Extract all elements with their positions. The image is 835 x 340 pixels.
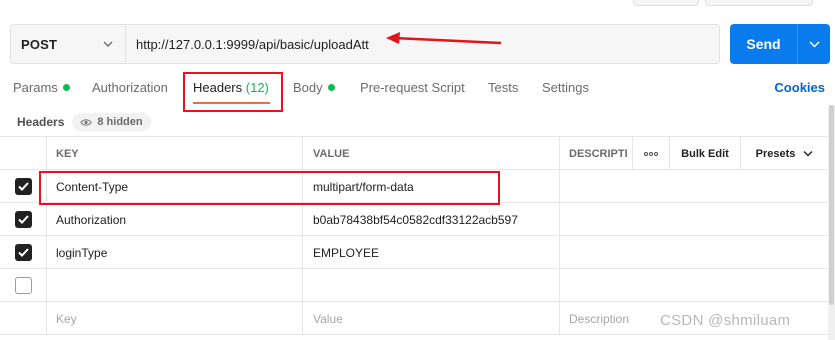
table-row xyxy=(0,269,828,302)
request-url-bar: POST http://127.0.0.1:9999/api/basic/upl… xyxy=(10,24,720,64)
row-checkbox-cell xyxy=(0,269,46,302)
cookies-link[interactable]: Cookies xyxy=(774,80,825,95)
key-cell[interactable] xyxy=(46,269,302,302)
value-cell[interactable]: EMPLOYEE xyxy=(302,236,559,269)
tab-authorization[interactable]: Authorization xyxy=(92,80,168,95)
headers-title: Headers xyxy=(17,115,65,129)
column-header-key: KEY xyxy=(46,137,302,170)
top-toolbar-strip xyxy=(0,0,835,8)
tab-label: Authorization xyxy=(92,80,168,95)
row-checkbox-cell xyxy=(0,302,46,335)
url-input[interactable]: http://127.0.0.1:9999/api/basic/uploadAt… xyxy=(126,37,369,52)
status-dot xyxy=(327,84,335,91)
method-label: POST xyxy=(21,36,58,52)
value-cell[interactable] xyxy=(302,269,559,302)
description-cell[interactable] xyxy=(559,203,828,236)
column-header-value: VALUE xyxy=(302,137,559,170)
row-checkbox-cell xyxy=(0,236,46,269)
send-label: Send xyxy=(746,36,781,52)
checkmark-icon xyxy=(17,215,29,224)
bulk-edit-button[interactable]: Bulk Edit xyxy=(669,137,740,170)
tab-label: Settings xyxy=(542,80,589,95)
annotation-box-content-type-row xyxy=(39,171,500,205)
send-options-button[interactable] xyxy=(798,40,830,48)
tab-params[interactable]: Params xyxy=(13,80,70,95)
tab-label: Params xyxy=(13,80,58,95)
column-header-description: DESCRIPTI xyxy=(559,137,632,170)
top-toolbar-button[interactable] xyxy=(633,0,699,6)
presets-label: Presets xyxy=(755,147,796,160)
hidden-count: 8 hidden xyxy=(97,116,143,128)
key-input[interactable]: Key xyxy=(46,302,302,335)
chevron-down-icon xyxy=(103,41,113,47)
annotation-box-headers-tab xyxy=(183,72,283,112)
description-cell[interactable] xyxy=(559,236,828,269)
eye-icon xyxy=(80,118,93,126)
value-cell[interactable]: b0ab78438bf54c0582cdf33122acb597 xyxy=(302,203,559,236)
checkmark-icon xyxy=(17,182,29,191)
table-row: loginType EMPLOYEE xyxy=(0,236,828,269)
request-tabs: Params Authorization Headers (12) Body P… xyxy=(0,70,835,110)
tab-label: Tests xyxy=(488,80,519,95)
row-checkbox[interactable] xyxy=(14,277,32,294)
tab-label: Pre-request Script xyxy=(360,80,465,95)
tab-label: Body xyxy=(293,80,323,95)
value-input[interactable]: Value xyxy=(302,302,559,335)
table-header-row: KEY VALUE DESCRIPTI Bulk Edit Presets xyxy=(0,137,828,170)
chevron-down-icon xyxy=(808,41,820,48)
more-options-button[interactable] xyxy=(632,137,669,170)
key-cell[interactable]: Authorization xyxy=(46,203,302,236)
tab-settings[interactable]: Settings xyxy=(542,80,589,95)
method-select[interactable]: POST xyxy=(11,25,126,63)
headers-subheader: Headers 8 hidden xyxy=(17,113,151,131)
table-row: Authorization b0ab78438bf54c0582cdf33122… xyxy=(0,203,828,236)
scrollbar-thumb[interactable] xyxy=(829,105,834,305)
tab-tests[interactable]: Tests xyxy=(488,80,518,95)
more-horizontal-icon xyxy=(644,151,658,156)
send-button[interactable]: Send xyxy=(730,24,830,64)
presets-dropdown[interactable]: Presets xyxy=(740,137,828,170)
checkmark-icon xyxy=(17,248,29,257)
vertical-scrollbar[interactable] xyxy=(828,105,835,340)
headers-table: KEY VALUE DESCRIPTI Bulk Edit Presets Co… xyxy=(0,136,828,335)
row-checkbox[interactable] xyxy=(14,244,32,261)
annotation-arrow xyxy=(386,32,502,45)
hidden-headers-toggle[interactable]: 8 hidden xyxy=(72,113,151,131)
watermark: CSDN @shmiluam xyxy=(660,312,791,329)
chevron-down-icon xyxy=(803,151,813,157)
row-checkbox-cell xyxy=(0,203,46,236)
description-cell[interactable] xyxy=(559,170,828,203)
key-cell[interactable]: loginType xyxy=(46,236,302,269)
top-toolbar-button[interactable] xyxy=(705,0,813,6)
status-dot xyxy=(62,84,70,91)
row-checkbox[interactable] xyxy=(14,211,32,228)
row-checkbox[interactable] xyxy=(14,178,32,195)
tab-pre-request-script[interactable]: Pre-request Script xyxy=(360,80,465,95)
description-cell[interactable] xyxy=(559,269,828,302)
tab-body[interactable]: Body xyxy=(293,80,335,95)
header-cell-check xyxy=(0,137,46,170)
